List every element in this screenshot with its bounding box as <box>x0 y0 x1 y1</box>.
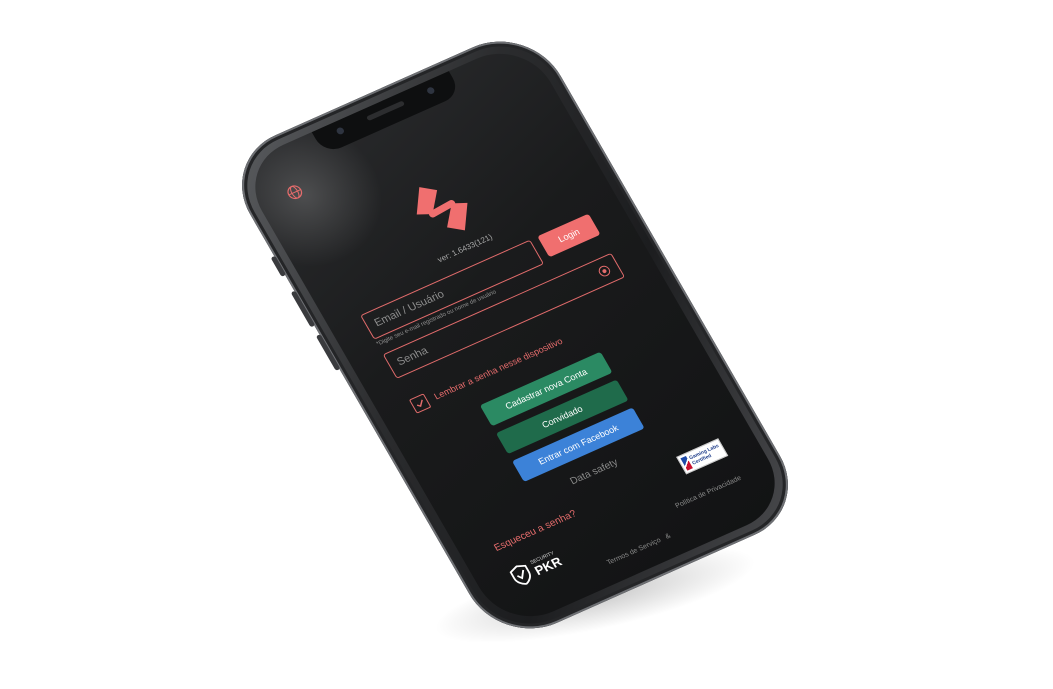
brand-logo-icon <box>416 187 468 231</box>
data-safety-link[interactable]: Data safety <box>568 457 620 487</box>
front-camera <box>335 126 346 136</box>
check-icon <box>416 399 423 408</box>
gaming-labs-text: Gaming Labs Certified <box>688 443 721 467</box>
footer-separator: & <box>664 532 673 541</box>
email-placeholder: Email / Usuário <box>372 288 447 330</box>
stage: ver: 1.6433(121) Email / Usuário Login *… <box>0 0 1053 689</box>
pkr-text: SECURITY PKR <box>529 550 564 578</box>
password-placeholder: Senha <box>394 344 431 369</box>
sensor <box>425 86 436 96</box>
eye-icon[interactable] <box>596 263 613 278</box>
gaming-labs-badge: Gaming Labs Certified <box>676 438 729 475</box>
remember-checkbox[interactable] <box>408 393 432 414</box>
